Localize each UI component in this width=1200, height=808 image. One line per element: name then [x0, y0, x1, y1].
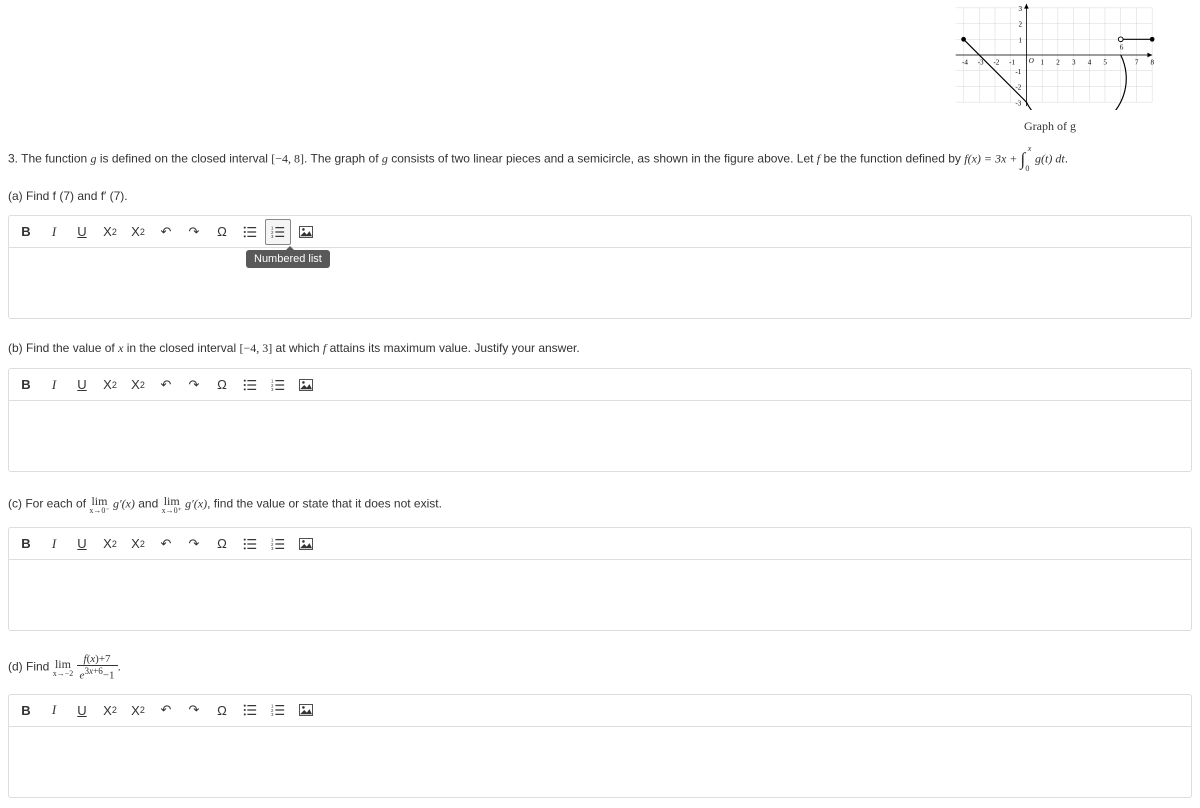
bullet-list-button[interactable] [237, 219, 263, 245]
superscript-button[interactable]: X2 [97, 219, 123, 245]
svg-text:8: 8 [1151, 58, 1155, 66]
svg-text:3: 3 [271, 234, 274, 239]
part-a-label: (a) Find f (7) and f′ (7). [0, 177, 1200, 211]
svg-text:4: 4 [1088, 58, 1092, 66]
svg-text:-3: -3 [978, 58, 984, 66]
italic-button[interactable]: I [41, 219, 67, 245]
svg-text:3: 3 [271, 387, 274, 392]
editor-area-c[interactable] [9, 560, 1191, 630]
bold-button[interactable]: B [13, 531, 39, 557]
redo-button[interactable]: ↷ [181, 697, 207, 723]
svg-text:-3: -3 [1015, 99, 1021, 107]
numbered-list-button[interactable]: 123 [265, 372, 291, 398]
svg-text:1: 1 [1019, 36, 1023, 44]
bold-button[interactable]: B [13, 372, 39, 398]
graph-container: -4 -3 -2 -1 O 1 2 3 4 5 6 7 8 1 2 3 -1 -… [0, 0, 1200, 134]
bold-button[interactable]: B [13, 697, 39, 723]
superscript-button[interactable]: X2 [97, 531, 123, 557]
underline-button[interactable]: U [69, 219, 95, 245]
editor-c: B I U X2 X2 ↶ ↷ Ω 123 [8, 527, 1192, 631]
svg-text:-1: -1 [1015, 68, 1021, 76]
svg-text:3: 3 [1072, 58, 1076, 66]
italic-button[interactable]: I [41, 531, 67, 557]
toolbar-d: B I U X2 X2 ↶ ↷ Ω 123 [9, 695, 1191, 727]
image-button[interactable] [293, 531, 319, 557]
svg-text:3: 3 [271, 712, 274, 717]
graph-svg: -4 -3 -2 -1 O 1 2 3 4 5 6 7 8 1 2 3 -1 -… [940, 0, 1160, 110]
editor-b: B I U X2 X2 ↶ ↷ Ω 123 [8, 368, 1192, 472]
underline-button[interactable]: U [69, 697, 95, 723]
svg-text:3: 3 [1019, 5, 1023, 13]
part-d-label: (d) Find limx→−2 f(x)+7e3x+6−1. [0, 641, 1200, 690]
omega-button[interactable]: Ω [209, 372, 235, 398]
undo-button[interactable]: ↶ [153, 531, 179, 557]
underline-button[interactable]: U [69, 531, 95, 557]
bullet-list-button[interactable] [237, 697, 263, 723]
omega-button[interactable]: Ω [209, 531, 235, 557]
italic-button[interactable]: I [41, 372, 67, 398]
omega-button[interactable]: Ω [209, 219, 235, 245]
svg-text:6: 6 [1120, 44, 1124, 52]
svg-text:7: 7 [1135, 58, 1139, 66]
image-button[interactable] [293, 697, 319, 723]
superscript-button[interactable]: X2 [97, 372, 123, 398]
editor-a: B I U X2 X2 ↶ ↷ Ω 123 Numbered list [8, 215, 1192, 319]
svg-text:-4: -4 [962, 58, 968, 66]
redo-button[interactable]: ↷ [181, 219, 207, 245]
omega-button[interactable]: Ω [209, 697, 235, 723]
svg-text:O: O [1029, 57, 1034, 65]
part-c-label: (c) For each of limx→0⁻ g′(x) and limx→0… [0, 482, 1200, 523]
toolbar-c: B I U X2 X2 ↶ ↷ Ω 123 [9, 528, 1191, 560]
toolbar-a: B I U X2 X2 ↶ ↷ Ω 123 Numbered list [9, 216, 1191, 248]
image-button[interactable] [293, 219, 319, 245]
svg-text:-2: -2 [1015, 84, 1021, 92]
subscript-button[interactable]: X2 [125, 372, 151, 398]
numbered-list-tooltip: Numbered list [246, 250, 330, 268]
subscript-button[interactable]: X2 [125, 219, 151, 245]
editor-area-b[interactable] [9, 401, 1191, 471]
numbered-list-button[interactable]: 123 [265, 697, 291, 723]
undo-button[interactable]: ↶ [153, 372, 179, 398]
graph-caption: Graph of g [940, 119, 1160, 134]
subscript-button[interactable]: X2 [125, 531, 151, 557]
graph-wrap: -4 -3 -2 -1 O 1 2 3 4 5 6 7 8 1 2 3 -1 -… [940, 0, 1160, 134]
italic-button[interactable]: I [41, 697, 67, 723]
svg-text:1: 1 [1041, 58, 1045, 66]
svg-text:-1: -1 [1009, 58, 1015, 66]
part-b-label: (b) Find the value of x in the closed in… [0, 329, 1200, 364]
editor-area-d[interactable] [9, 727, 1191, 797]
editor-d: B I U X2 X2 ↶ ↷ Ω 123 [8, 694, 1192, 798]
editor-area-a[interactable] [9, 248, 1191, 318]
undo-button[interactable]: ↶ [153, 697, 179, 723]
svg-text:3: 3 [271, 546, 274, 551]
undo-button[interactable]: ↶ [153, 219, 179, 245]
underline-button[interactable]: U [69, 372, 95, 398]
problem-statement: 3. The function g is defined on the clos… [0, 142, 1200, 177]
svg-text:2: 2 [1056, 58, 1060, 66]
bold-button[interactable]: B [13, 219, 39, 245]
image-button[interactable] [293, 372, 319, 398]
numbered-list-button[interactable]: 123 Numbered list [265, 219, 291, 245]
redo-button[interactable]: ↷ [181, 372, 207, 398]
toolbar-b: B I U X2 X2 ↶ ↷ Ω 123 [9, 369, 1191, 401]
bullet-list-button[interactable] [237, 372, 263, 398]
superscript-button[interactable]: X2 [97, 697, 123, 723]
redo-button[interactable]: ↷ [181, 531, 207, 557]
bullet-list-button[interactable] [237, 531, 263, 557]
subscript-button[interactable]: X2 [125, 697, 151, 723]
svg-text:2: 2 [1019, 21, 1023, 29]
numbered-list-button[interactable]: 123 [265, 531, 291, 557]
svg-text:5: 5 [1103, 58, 1107, 66]
svg-text:-2: -2 [993, 58, 999, 66]
